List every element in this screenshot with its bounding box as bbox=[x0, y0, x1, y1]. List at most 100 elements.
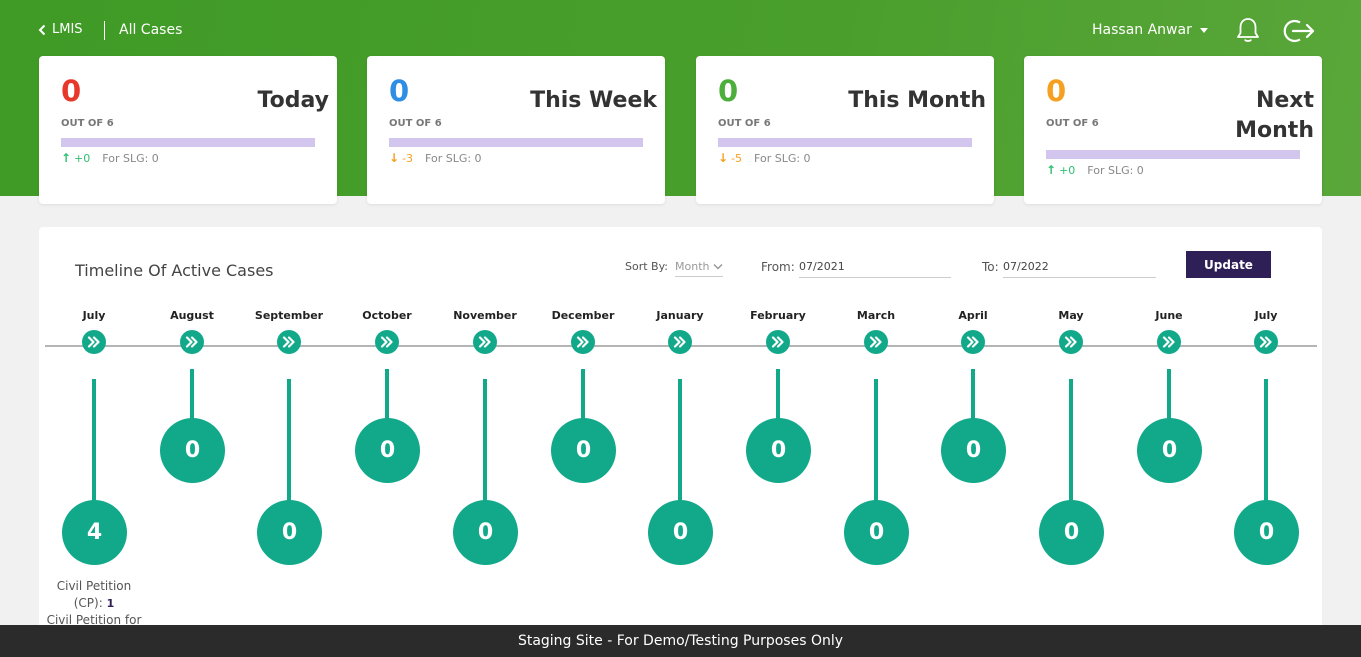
arrow-up-icon: ↑ bbox=[1046, 163, 1057, 177]
card-footer: ↓ -3 For SLG: 0 bbox=[389, 151, 482, 165]
month-count-bubble[interactable]: 0 bbox=[648, 500, 713, 565]
card-footer: ↑ +0 For SLG: 0 bbox=[61, 151, 159, 165]
month-label: April bbox=[958, 309, 988, 322]
top-bar: LMIS All Cases Hassan Anwar bbox=[0, 0, 1361, 60]
back-link-label: LMIS bbox=[52, 22, 83, 37]
sort-by-select[interactable]: Month bbox=[675, 260, 724, 277]
card-title: This Week bbox=[530, 88, 657, 113]
month-count-bubble[interactable]: 0 bbox=[257, 500, 322, 565]
timeline-stem bbox=[678, 379, 682, 502]
chevron-left-icon bbox=[38, 24, 46, 35]
card-progress-bar bbox=[1046, 150, 1300, 159]
staging-footer: Staging Site - For Demo/Testing Purposes… bbox=[0, 625, 1361, 657]
sort-by-value: Month bbox=[675, 260, 710, 273]
summary-card-next-month[interactable]: 0 Next Month OUT OF 6 ↑ +0 For SLG: 0 bbox=[1024, 56, 1322, 204]
card-count: 0 bbox=[718, 74, 739, 108]
bell-icon[interactable] bbox=[1235, 16, 1261, 48]
double-chevron-right-icon[interactable] bbox=[277, 330, 301, 354]
month-count-bubble[interactable]: 0 bbox=[355, 418, 420, 483]
month-label: January bbox=[656, 309, 704, 322]
timeline-stem bbox=[971, 369, 975, 420]
double-chevron-right-icon[interactable] bbox=[1254, 330, 1278, 354]
arrow-down-icon: ↓ bbox=[718, 151, 729, 165]
month-label: December bbox=[551, 309, 615, 322]
card-footer: ↑ +0 For SLG: 0 bbox=[1046, 163, 1144, 177]
month-count-bubble[interactable]: 4 bbox=[62, 500, 127, 565]
timeline-stem bbox=[874, 379, 878, 502]
breadcrumb[interactable]: All Cases bbox=[119, 22, 182, 38]
summary-card-this-week[interactable]: 0 This Week OUT OF 6 ↓ -3 For SLG: 0 bbox=[367, 56, 665, 204]
timeline-panel: Timeline Of Active Cases Sort By: Month … bbox=[39, 227, 1322, 637]
card-out-of: OUT OF 6 bbox=[718, 118, 771, 129]
card-out-of: OUT OF 6 bbox=[61, 118, 114, 129]
double-chevron-right-icon[interactable] bbox=[864, 330, 888, 354]
month-count-bubble[interactable]: 0 bbox=[453, 500, 518, 565]
user-menu[interactable]: Hassan Anwar bbox=[1092, 22, 1208, 38]
double-chevron-right-icon[interactable] bbox=[180, 330, 204, 354]
month-label: February bbox=[750, 309, 806, 322]
month-label: July bbox=[82, 309, 106, 322]
card-progress-bar bbox=[61, 138, 315, 147]
month-count-bubble[interactable]: 0 bbox=[941, 418, 1006, 483]
month-count-bubble[interactable]: 0 bbox=[1039, 500, 1104, 565]
from-label: From: bbox=[761, 260, 795, 274]
logout-icon[interactable] bbox=[1282, 17, 1316, 49]
month-label: June bbox=[1155, 309, 1183, 322]
month-count-bubble[interactable]: 0 bbox=[746, 418, 811, 483]
card-slg: For SLG: 0 bbox=[754, 151, 811, 165]
month-count-bubble[interactable]: 0 bbox=[1234, 500, 1299, 565]
timeline-stem bbox=[483, 379, 487, 502]
card-out-of: OUT OF 6 bbox=[389, 118, 442, 129]
update-button[interactable]: Update bbox=[1186, 251, 1271, 278]
card-title: Today bbox=[257, 88, 329, 113]
card-slg: For SLG: 0 bbox=[425, 151, 482, 165]
month-label: May bbox=[1058, 309, 1084, 322]
timeline-stem bbox=[385, 369, 389, 420]
month-label: November bbox=[453, 309, 517, 322]
month-count-bubble[interactable]: 0 bbox=[844, 500, 909, 565]
month-label: September bbox=[254, 309, 324, 322]
caret-down-icon bbox=[1199, 27, 1208, 33]
timeline-title: Timeline Of Active Cases bbox=[75, 261, 274, 280]
double-chevron-right-icon[interactable] bbox=[473, 330, 497, 354]
summary-card-today[interactable]: 0 Today OUT OF 6 ↑ +0 For SLG: 0 bbox=[39, 56, 337, 204]
to-date-input[interactable]: 07/2022 bbox=[1003, 260, 1156, 278]
month-detail: Civil Petition (CP): 1 Civil Petition fo… bbox=[39, 578, 149, 629]
card-progress-bar bbox=[389, 138, 643, 147]
double-chevron-right-icon[interactable] bbox=[1059, 330, 1083, 354]
detail-line-1: Civil Petition bbox=[56, 579, 132, 593]
double-chevron-right-icon[interactable] bbox=[1157, 330, 1181, 354]
card-title: This Month bbox=[848, 88, 986, 113]
timeline-stem bbox=[190, 369, 194, 420]
breadcrumb-divider bbox=[104, 21, 105, 40]
to-label: To: bbox=[982, 260, 999, 274]
card-delta: -5 bbox=[731, 151, 743, 165]
card-out-of: OUT OF 6 bbox=[1046, 118, 1099, 129]
double-chevron-right-icon[interactable] bbox=[766, 330, 790, 354]
timeline-stem bbox=[581, 369, 585, 420]
card-count: 0 bbox=[1046, 74, 1067, 108]
month-label: July bbox=[1254, 309, 1278, 322]
double-chevron-right-icon[interactable] bbox=[668, 330, 692, 354]
double-chevron-right-icon[interactable] bbox=[82, 330, 106, 354]
arrow-down-icon: ↓ bbox=[389, 151, 400, 165]
summary-card-this-month[interactable]: 0 This Month OUT OF 6 ↓ -5 For SLG: 0 bbox=[696, 56, 994, 204]
card-slg: For SLG: 0 bbox=[1087, 163, 1144, 177]
card-count: 0 bbox=[389, 74, 410, 108]
timeline-stem bbox=[1167, 369, 1171, 420]
card-count: 0 bbox=[61, 74, 82, 108]
back-link[interactable]: LMIS bbox=[38, 22, 83, 37]
arrow-up-icon: ↑ bbox=[61, 151, 72, 165]
double-chevron-right-icon[interactable] bbox=[375, 330, 399, 354]
month-label: August bbox=[170, 309, 214, 322]
card-slg: For SLG: 0 bbox=[102, 151, 159, 165]
timeline-stem bbox=[1264, 379, 1268, 502]
user-name: Hassan Anwar bbox=[1092, 22, 1192, 38]
month-count-bubble[interactable]: 0 bbox=[551, 418, 616, 483]
month-count-bubble[interactable]: 0 bbox=[1137, 418, 1202, 483]
detail-line-2: (CP): 1 bbox=[39, 595, 149, 612]
month-count-bubble[interactable]: 0 bbox=[160, 418, 225, 483]
double-chevron-right-icon[interactable] bbox=[961, 330, 985, 354]
double-chevron-right-icon[interactable] bbox=[571, 330, 595, 354]
from-date-input[interactable]: 07/2021 bbox=[799, 260, 951, 278]
